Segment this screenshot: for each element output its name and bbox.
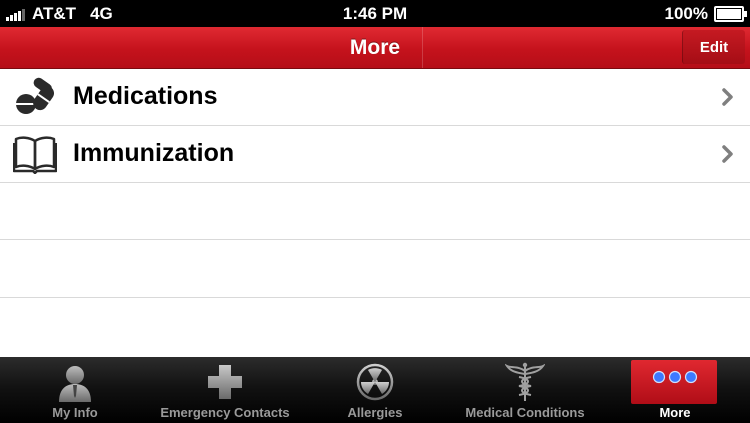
battery-percent: 100%	[664, 4, 708, 23]
chevron-right-icon	[722, 145, 733, 163]
tab-label: Allergies	[347, 405, 403, 420]
tab-medical-conditions[interactable]: Medical Conditions	[450, 357, 600, 423]
book-icon	[13, 136, 57, 174]
edit-button[interactable]: Edit	[682, 30, 745, 64]
tab-my-info[interactable]: My Info	[0, 357, 150, 423]
tab-more[interactable]: More	[600, 357, 750, 423]
tab-label: More	[659, 405, 691, 420]
tab-label: My Info	[52, 405, 98, 420]
list-item-immunization[interactable]: Immunization	[0, 126, 750, 183]
list-item-label: Immunization	[73, 139, 235, 167]
more-dots-icon	[652, 370, 698, 384]
pills-icon	[16, 77, 55, 114]
radiation-icon	[356, 363, 394, 401]
battery-icon	[714, 6, 747, 22]
tab-label: Medical Conditions	[465, 405, 585, 420]
list-item-medications[interactable]: Medications	[0, 69, 750, 126]
screen: AT&T 4G 1:46 PM 100% More Edit Medicatio…	[0, 0, 750, 423]
status-right: 100%	[664, 4, 747, 24]
empty-row	[0, 241, 750, 298]
status-time: 1:46 PM	[342, 4, 408, 23]
tab-allergies[interactable]: Allergies	[300, 357, 450, 423]
tab-emergency-contacts[interactable]: Emergency Contacts	[150, 357, 300, 423]
caduceus-icon	[505, 362, 545, 401]
chevron-right-icon	[722, 88, 733, 106]
nav-divider	[422, 27, 423, 68]
status-bar: AT&T 4G 1:46 PM 100%	[0, 0, 750, 27]
page-title: More	[349, 36, 401, 59]
navigation-bar: More Edit	[0, 27, 750, 69]
empty-row	[0, 183, 750, 240]
plus-cross-icon	[208, 365, 242, 399]
person-icon	[59, 366, 91, 402]
tab-bar: My Info Emergency Contacts Allergies Med…	[0, 357, 750, 423]
list-item-label: Medications	[73, 82, 218, 110]
tab-label: Emergency Contacts	[160, 405, 290, 420]
more-list: Medications Immunization	[0, 69, 750, 357]
empty-row	[0, 299, 750, 356]
